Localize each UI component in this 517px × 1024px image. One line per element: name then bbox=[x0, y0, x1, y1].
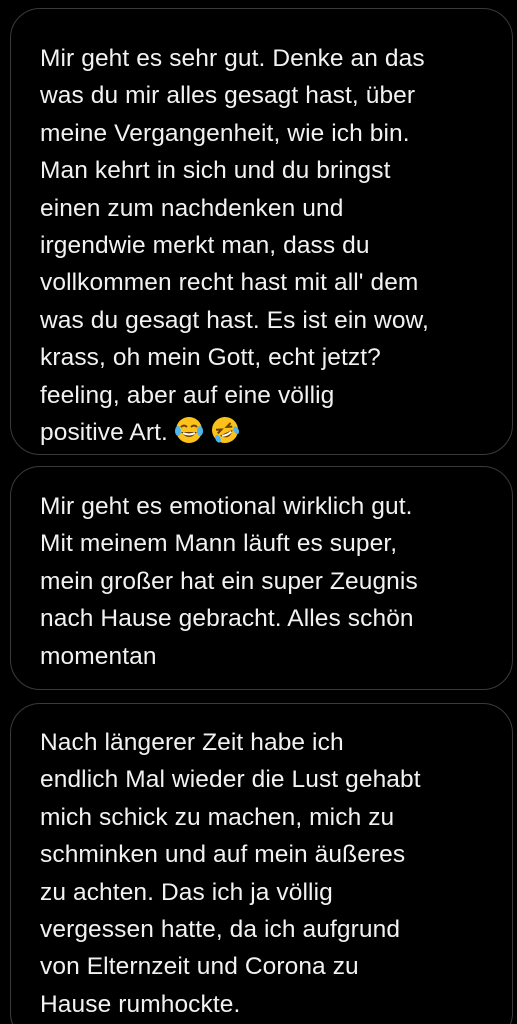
face-with-tears-of-joy-icon bbox=[174, 415, 204, 456]
message-bubble[interactable]: Mir geht es sehr gut. Denke an das was d… bbox=[10, 8, 513, 455]
message-text: Nach längerer Zeit habe ich endlich Mal … bbox=[40, 729, 421, 1018]
message-bubble[interactable]: Mir geht es emotional wirklich gut. Mit … bbox=[10, 466, 513, 690]
rolling-on-the-floor-laughing-icon bbox=[210, 415, 240, 456]
message-bubble[interactable]: Nach längerer Zeit habe ich endlich Mal … bbox=[10, 703, 513, 1024]
message-text: Mir geht es emotional wirklich gut. Mit … bbox=[40, 493, 418, 670]
message-text: Mir geht es sehr gut. Denke an das was d… bbox=[40, 40, 486, 456]
